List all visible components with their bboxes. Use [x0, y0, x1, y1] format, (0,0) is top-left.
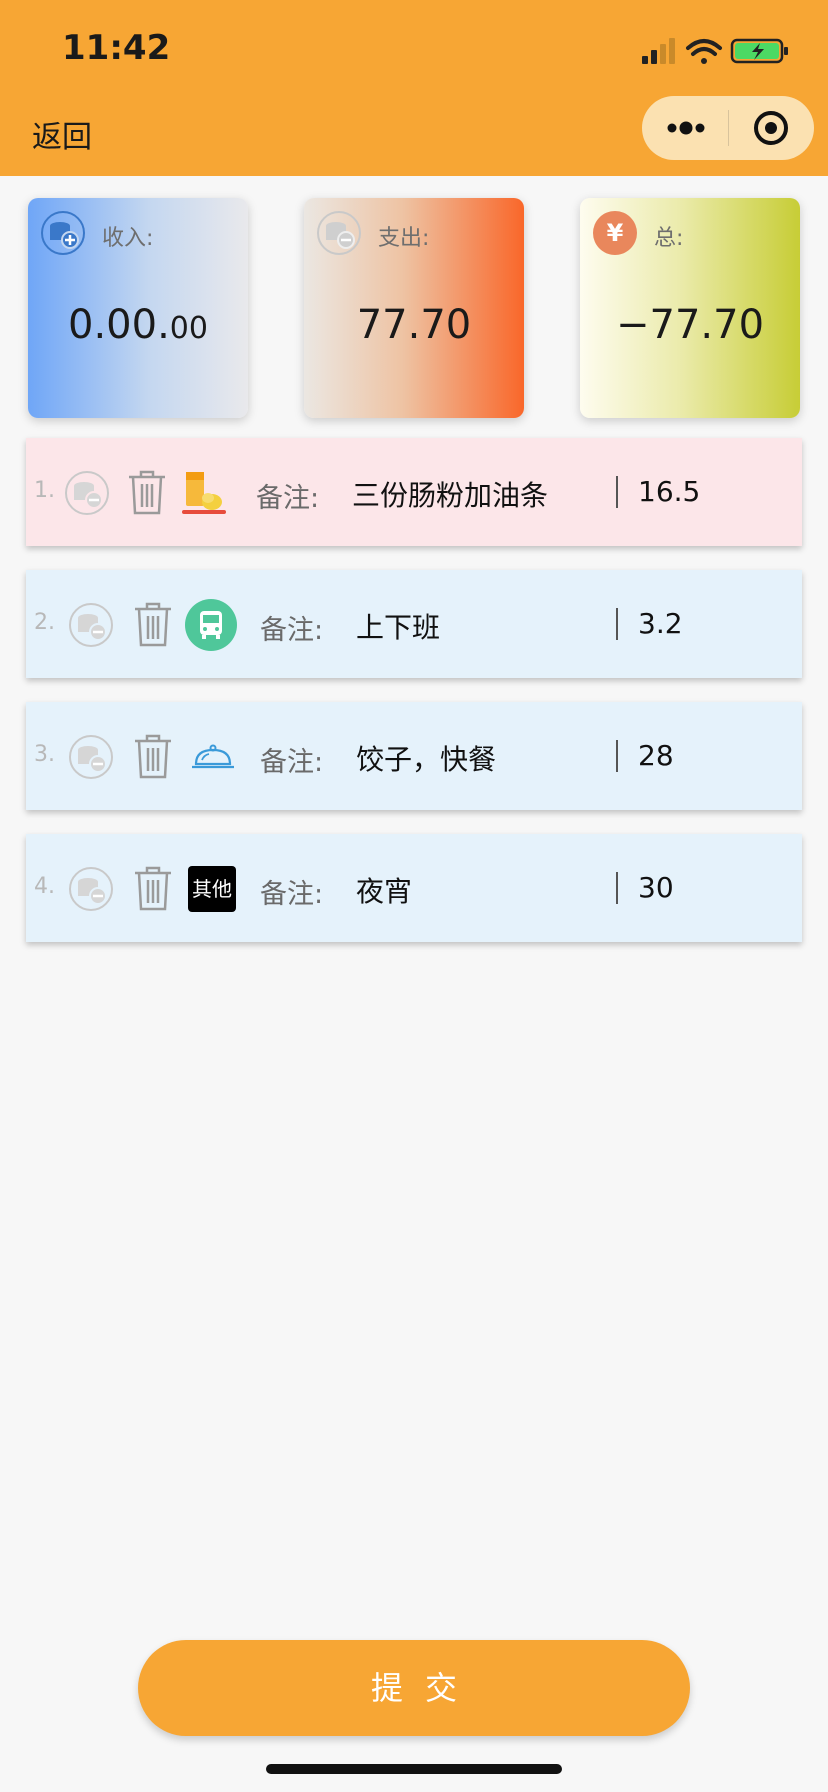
signal-icon	[642, 38, 675, 64]
svg-text:¥: ¥	[607, 219, 624, 247]
bus-icon	[185, 599, 237, 651]
yen-icon: ¥	[593, 211, 637, 255]
income-coins-icon	[41, 211, 85, 255]
more-dots-icon	[667, 121, 705, 135]
mini-program-capsule	[642, 96, 814, 160]
amount-value[interactable]: 28	[638, 739, 674, 772]
status-time: 11:42	[62, 28, 171, 68]
record-index: 1.	[34, 478, 55, 503]
income-value-small: 00	[169, 311, 208, 346]
amount-divider	[616, 740, 618, 772]
status-icons	[642, 38, 788, 64]
note-label: 备注:	[260, 615, 324, 646]
amount-divider	[616, 872, 618, 904]
record-row[interactable]: 1. 备注: 三份肠粉加油条 16.5	[26, 438, 802, 546]
record-index: 2.	[34, 610, 55, 635]
home-indicator	[266, 1764, 562, 1774]
note-text[interactable]: 三份肠粉加油条	[352, 474, 548, 514]
trash-icon[interactable]	[132, 732, 174, 780]
record-row[interactable]: 3. 备注: 饺子，快餐 28	[26, 702, 802, 810]
expense-coins-icon[interactable]	[68, 602, 114, 648]
svg-text:其他: 其他	[192, 877, 232, 901]
amount-divider	[616, 608, 618, 640]
expense-coins-icon	[317, 211, 361, 255]
top-bar: 11:42 返回	[0, 0, 828, 176]
trash-icon[interactable]	[132, 864, 174, 912]
record-row[interactable]: 2. 备注: 上下班 3.2	[26, 570, 802, 678]
expense-coins-icon[interactable]	[68, 734, 114, 780]
note-label: 备注:	[260, 747, 324, 778]
expense-coins-icon[interactable]	[64, 470, 110, 516]
note-text[interactable]: 饺子，快餐	[356, 738, 496, 778]
meal-cloche-icon	[192, 744, 234, 769]
income-card: 收入: 0.00.00	[28, 198, 248, 418]
expense-card: 支出: 77.70	[304, 198, 524, 418]
note-text[interactable]: 上下班	[356, 606, 440, 646]
trash-icon[interactable]	[132, 600, 174, 648]
total-label: 总:	[654, 226, 684, 251]
more-button[interactable]	[642, 96, 728, 160]
total-card: ¥ 总: −77.70	[580, 198, 800, 418]
income-label: 收入:	[102, 226, 154, 251]
submit-button[interactable]: 提交	[138, 1640, 690, 1736]
close-mini-program-button[interactable]	[729, 96, 814, 160]
amount-value[interactable]: 30	[638, 871, 674, 904]
record-row[interactable]: 4. 其他 备注: 夜宵 30	[26, 834, 802, 942]
other-icon: 其他	[188, 866, 236, 912]
expense-label: 支出:	[378, 226, 430, 251]
income-value: 0.00.00	[28, 302, 248, 348]
expense-coins-icon[interactable]	[68, 866, 114, 912]
expense-value: 77.70	[356, 302, 472, 348]
note-text[interactable]: 夜宵	[356, 870, 412, 910]
amount-value[interactable]: 16.5	[638, 475, 700, 508]
total-value: −77.70	[615, 302, 765, 348]
amount-value[interactable]: 3.2	[638, 607, 683, 640]
target-circle-icon	[754, 111, 788, 145]
battery-icon	[730, 38, 788, 64]
note-label: 备注:	[256, 483, 320, 514]
back-button[interactable]: 返回	[32, 112, 92, 156]
record-index: 3.	[34, 742, 55, 767]
breakfast-icon	[182, 472, 226, 514]
income-value-main: 0.00.	[68, 302, 170, 348]
note-label: 备注:	[260, 879, 324, 910]
record-index: 4.	[34, 874, 55, 899]
wifi-icon	[686, 39, 722, 64]
amount-divider	[616, 476, 618, 508]
trash-icon[interactable]	[126, 468, 168, 516]
